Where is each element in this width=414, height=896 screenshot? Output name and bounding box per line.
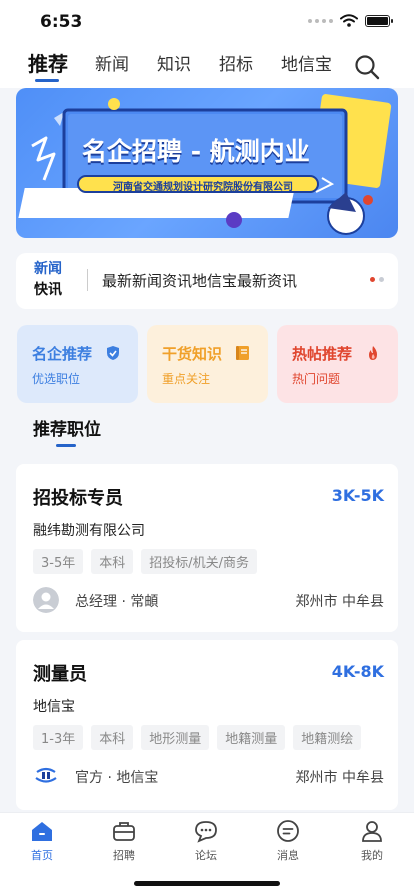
news-divider <box>87 269 88 291</box>
profile-icon <box>362 821 382 842</box>
tab-label: 消息 <box>277 849 299 862</box>
fire-icon <box>369 346 377 360</box>
section-title: 推荐职位 <box>33 420 101 440</box>
job-salary: 4K-8K <box>331 662 384 681</box>
status-bar: 6:53 <box>0 0 414 44</box>
ticker-pagination-dots <box>370 277 384 282</box>
banner-title: 名企招聘 - 航测内业 <box>82 137 310 166</box>
category-title: 名企推荐 <box>32 345 93 363</box>
briefcase-icon <box>113 822 135 841</box>
tab-profile[interactable]: 我的 <box>342 819 402 863</box>
news-logo-top: 新闻 <box>34 261 62 277</box>
category-card-top-companies[interactable]: 名企推荐 优选职位 <box>17 325 138 403</box>
home-icon <box>32 822 52 841</box>
tab-forum[interactable]: 论坛 <box>176 819 236 863</box>
job-tag: 地形测量 <box>141 725 210 750</box>
banner-subtitle: 河南省交通规划设计研究院股份有限公司 <box>113 182 293 193</box>
job-title: 招投标专员 <box>33 488 123 509</box>
job-location: 郑州市 中牟县 <box>295 770 384 786</box>
tab-label: 首页 <box>31 849 53 862</box>
category-subtitle: 热门问题 <box>292 372 341 386</box>
job-tag: 本科 <box>91 725 134 750</box>
tab-home[interactable]: 首页 <box>12 819 72 863</box>
news-headline[interactable]: 最新新闻资讯地信宝最新资讯 <box>102 270 297 291</box>
tab-jobs[interactable]: 招聘 <box>94 819 154 863</box>
tab-messages[interactable]: 消息 <box>258 819 318 863</box>
tab-knowledge[interactable]: 知识 <box>157 50 191 75</box>
tab-label: 我的 <box>361 849 383 862</box>
tab-bidding[interactable]: 招标 <box>219 50 253 75</box>
category-card-hot-posts[interactable]: 热帖推荐 热门问题 <box>277 325 398 403</box>
job-tag: 本科 <box>91 549 134 574</box>
battery-icon <box>365 14 393 27</box>
job-tag: 招投标/机关/商务 <box>141 549 258 574</box>
job-company: 融纬勘测有限公司 <box>33 523 145 539</box>
category-title: 热帖推荐 <box>292 345 353 363</box>
top-tab-bar: 推荐 新闻 知识 招标 地信宝 <box>0 44 414 88</box>
category-card-knowledge[interactable]: 干货知识 重点关注 <box>147 325 268 403</box>
tab-label: 招聘 <box>113 849 135 862</box>
category-subtitle: 优选职位 <box>32 372 81 386</box>
forum-icon <box>195 821 217 843</box>
tab-news[interactable]: 新闻 <box>95 50 129 75</box>
search-icon[interactable] <box>354 54 380 80</box>
job-poster: 总经理 · 常頔 <box>75 594 159 610</box>
job-poster: 官方 · 地信宝 <box>75 770 159 786</box>
job-tag: 地籍测绘 <box>293 725 362 750</box>
active-tab-indicator <box>35 79 59 82</box>
job-company: 地信宝 <box>33 699 75 715</box>
cellular-signal-icon <box>308 18 333 23</box>
category-title: 干货知识 <box>162 345 223 363</box>
dixinbao-logo <box>34 764 58 788</box>
job-location: 郑州市 中牟县 <box>295 594 384 610</box>
job-tags: 3-5年 本科 招投标/机关/商务 <box>33 549 258 574</box>
message-icon <box>277 820 299 842</box>
news-ticker[interactable]: 新闻 快讯 最新新闻资讯地信宝最新资讯 <box>16 253 398 309</box>
job-title: 测量员 <box>33 664 87 685</box>
status-time: 6:53 <box>40 12 83 32</box>
category-subtitle: 重点关注 <box>162 372 211 386</box>
section-title-underline <box>56 444 76 447</box>
person-avatar <box>33 587 59 613</box>
promo-banner[interactable]: 名企招聘 - 航测内业 河南省交通规划设计研究院股份有限公司 <box>16 88 398 238</box>
job-tag: 1-3年 <box>33 725 84 750</box>
job-salary: 3K-5K <box>331 486 384 505</box>
job-tags: 1-3年 本科 地形测量 地籍测量 地籍测绘 <box>33 725 362 750</box>
job-card[interactable]: 招投标专员 3K-5K 融纬勘测有限公司 3-5年 本科 招投标/机关/商务 总… <box>16 464 398 632</box>
tab-label: 论坛 <box>195 849 217 862</box>
job-tag: 地籍测量 <box>217 725 286 750</box>
news-logo-bottom: 快讯 <box>34 282 62 298</box>
wifi-icon <box>340 14 358 27</box>
job-tag: 3-5年 <box>33 549 84 574</box>
job-card[interactable]: 测量员 4K-8K 地信宝 1-3年 本科 地形测量 地籍测量 地籍测绘 官方 … <box>16 640 398 810</box>
shield-icon <box>107 346 119 360</box>
tab-dixinbao[interactable]: 地信宝 <box>281 50 332 75</box>
status-icons <box>308 14 393 27</box>
tab-recommend[interactable]: 推荐 <box>28 48 68 77</box>
home-indicator <box>134 881 280 886</box>
book-icon <box>236 346 249 360</box>
